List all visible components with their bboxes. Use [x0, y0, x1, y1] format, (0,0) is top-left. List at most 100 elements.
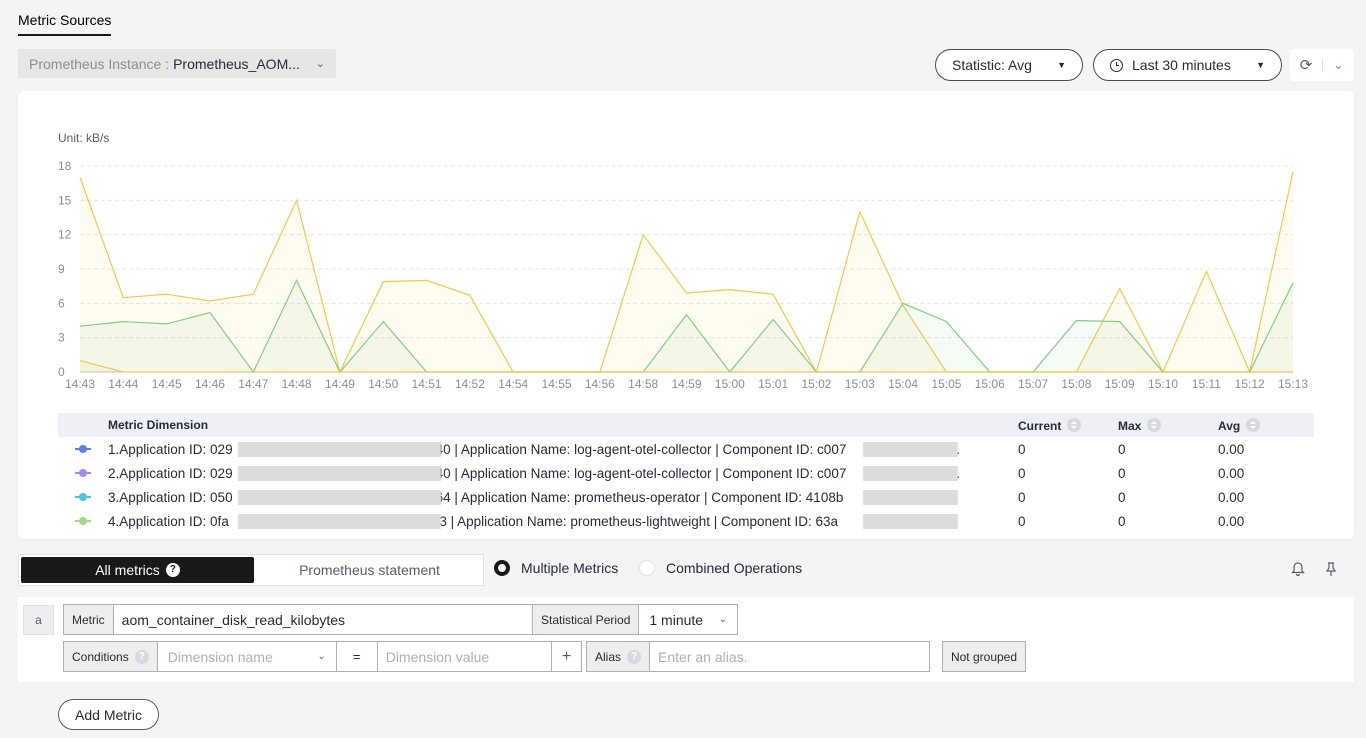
- dimension-cell: 2.Application ID: 029 40 | Application Na…: [108, 465, 1018, 481]
- avg-cell: 0.00: [1218, 465, 1245, 481]
- x-tick-label: 15:05: [931, 377, 961, 391]
- caret-down-icon: ▼: [1256, 60, 1265, 70]
- dimension-middle: 64 | Application Name: prometheus-operat…: [435, 489, 844, 505]
- instance-value: Prometheus_AOM...: [173, 55, 300, 72]
- help-icon[interactable]: ?: [627, 649, 642, 664]
- dimension-middle: 83 | Application Name: prometheus-lightw…: [431, 513, 839, 529]
- chart-card: Unit: kB/s 0 3 6 9 12 15 18 14:43 14:44 14:45 14:46…: [18, 91, 1354, 539]
- combined-operations-radio[interactable]: Combined Operations: [639, 560, 802, 576]
- dimension-prefix: 2.Application ID: 029: [108, 465, 233, 481]
- x-tick-label: 14:46: [195, 377, 225, 391]
- table-row[interactable]: 3.Application ID: 050 64 | Application Na…: [58, 485, 1314, 509]
- max-cell: 0: [1118, 441, 1126, 457]
- table-row[interactable]: 4.Application ID: 0fa 83 | Application Na…: [58, 509, 1314, 533]
- x-tick-label: 14:59: [671, 377, 701, 391]
- current-cell: 0: [1018, 441, 1026, 457]
- x-tick-label: 14:54: [498, 377, 528, 391]
- radio-unselected-icon: [639, 560, 655, 576]
- pin-icon[interactable]: [1323, 561, 1339, 581]
- x-tick-label: 15:13: [1278, 377, 1308, 391]
- bell-icon[interactable]: [1290, 561, 1306, 581]
- statistic-label: Statistic: Avg: [952, 57, 1032, 73]
- multiple-metrics-label: Multiple Metrics: [521, 560, 619, 576]
- x-tick-label: 15:01: [758, 377, 788, 391]
- x-tick-label: 15:12: [1235, 377, 1265, 391]
- y-tick-label: 15: [58, 193, 72, 207]
- table-row[interactable]: 1.Application ID: 029 40 | Application Na…: [58, 437, 1314, 461]
- series-marker-cell: [58, 445, 108, 453]
- table-row[interactable]: 2.Application ID: 029 40 | Application Na…: [58, 461, 1314, 485]
- y-tick-label: 12: [58, 228, 72, 242]
- prometheus-statement-tab[interactable]: Prometheus statement: [256, 555, 483, 585]
- redacted-block: [238, 465, 441, 481]
- redacted-block: [238, 441, 441, 457]
- col-current-label: Current: [1018, 418, 1062, 433]
- col-current[interactable]: Current: [1018, 417, 1118, 433]
- col-avg[interactable]: Avg: [1218, 417, 1314, 433]
- alias-input[interactable]: Enter an alias.: [650, 649, 748, 665]
- series-marker-cell: [58, 517, 108, 525]
- conditions-tag: Conditions?: [64, 642, 158, 671]
- sort-icon[interactable]: [1147, 417, 1162, 432]
- x-tick-label: 15:10: [1148, 377, 1178, 391]
- x-tick-label: 14:55: [542, 377, 572, 391]
- max-cell: 0: [1118, 513, 1126, 529]
- metric-field[interactable]: Metric aom_container_disk_read_kilobytes: [63, 604, 533, 635]
- max-cell: 0: [1118, 465, 1126, 481]
- y-tick-label: 18: [58, 159, 72, 173]
- alias-label: Alias: [595, 649, 622, 664]
- col-max[interactable]: Max: [1118, 417, 1218, 433]
- add-metric-button[interactable]: Add Metric: [58, 699, 159, 730]
- query-mode-switch: All metrics ? Prometheus statement: [18, 554, 484, 586]
- x-tick-label: 15:07: [1018, 377, 1048, 391]
- sort-icon[interactable]: [1067, 417, 1082, 432]
- chevron-down-icon: ⌄: [317, 651, 326, 662]
- combined-operations-label: Combined Operations: [666, 560, 803, 576]
- dimension-value-input[interactable]: Dimension value: [378, 649, 490, 665]
- x-tick-label: 14:52: [455, 377, 485, 391]
- series-marker-icon: [75, 517, 91, 525]
- x-tick-label: 14:50: [368, 377, 398, 391]
- dimension-cell: 1.Application ID: 029 40 | Application Na…: [108, 441, 1018, 457]
- y-tick-label: 6: [58, 296, 65, 310]
- x-tick-label: 15:09: [1105, 377, 1135, 391]
- help-icon[interactable]: ?: [165, 563, 180, 577]
- alias-field[interactable]: Alias? Enter an alias.: [586, 641, 930, 672]
- current-cell: 0: [1018, 489, 1026, 505]
- all-metrics-label: All metrics: [95, 562, 160, 578]
- prometheus-instance-select[interactable]: Prometheus Instance : Prometheus_AOM... …: [18, 49, 336, 78]
- x-tick-label: 15:04: [888, 377, 918, 391]
- sort-icon[interactable]: [1246, 417, 1261, 432]
- refresh-icon[interactable]: ⟳: [1290, 56, 1322, 74]
- chevron-down-icon: ⌄: [315, 58, 325, 70]
- redacted-block: [863, 465, 958, 481]
- series-marker-cell: [58, 469, 108, 477]
- x-tick-label: 14:58: [628, 377, 658, 391]
- redacted-block: [863, 441, 958, 457]
- statistical-period-select[interactable]: Statistical Period 1 minute ⌄: [532, 604, 738, 635]
- equals-operator[interactable]: =: [337, 642, 378, 671]
- dimension-prefix: 3.Application ID: 050: [108, 489, 233, 505]
- not-grouped-button[interactable]: Not grouped: [942, 641, 1026, 672]
- current-cell: 0: [1018, 465, 1026, 481]
- x-tick-label: 14:49: [325, 377, 355, 391]
- x-tick-label: 14:43: [65, 377, 95, 391]
- dimension-cell: 3.Application ID: 050 64 | Application Na…: [108, 489, 1018, 505]
- time-range-select[interactable]: Last 30 minutes ▼: [1093, 49, 1282, 81]
- help-icon[interactable]: ?: [134, 649, 149, 664]
- statistic-select[interactable]: Statistic: Avg ▼: [935, 49, 1083, 81]
- chevron-down-icon[interactable]: ⌄: [1323, 58, 1354, 72]
- add-condition-button[interactable]: +: [551, 641, 582, 672]
- dimension-middle: 40 | Application Name: log-agent-otel-co…: [435, 441, 847, 457]
- series-marker-icon: [75, 445, 91, 453]
- dimension-name-select[interactable]: Dimension name ⌄: [158, 642, 337, 671]
- metric-tag: Metric: [64, 605, 114, 634]
- x-tick-label: 14:56: [585, 377, 615, 391]
- tab-metric-sources[interactable]: Metric Sources: [18, 12, 112, 36]
- y-tick-label: 0: [58, 365, 65, 379]
- x-tick-label: 15:00: [715, 377, 745, 391]
- max-cell: 0: [1118, 489, 1126, 505]
- all-metrics-tab[interactable]: All metrics ?: [21, 557, 254, 583]
- multiple-metrics-radio[interactable]: Multiple Metrics: [494, 560, 618, 576]
- series-marker-icon: [75, 493, 91, 501]
